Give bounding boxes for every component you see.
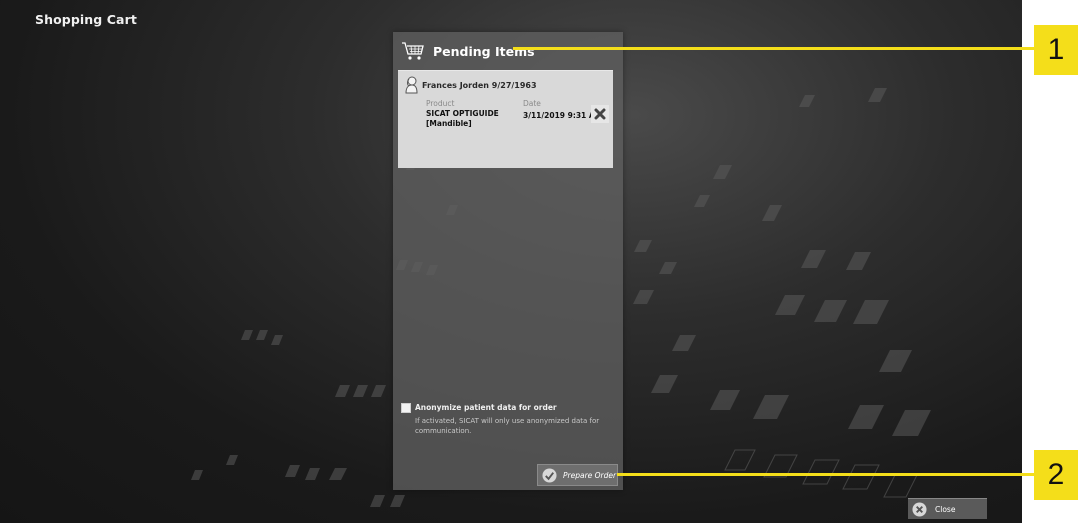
remove-item-button[interactable] [591, 105, 609, 123]
callout-1-badge: 1 [1034, 25, 1078, 75]
callout-2-line [617, 473, 1035, 476]
panel-title: Pending Items [433, 43, 535, 59]
anonymize-checkbox[interactable] [401, 403, 411, 413]
callout-1-line [513, 47, 1035, 50]
pending-item-card: Frances Jorden 9/27/1963 Product SICAT O… [398, 70, 613, 168]
close-button[interactable]: Close [908, 498, 987, 519]
date-label: Date [523, 99, 541, 108]
anonymize-label: Anonymize patient data for order [415, 403, 557, 412]
close-x-icon [594, 108, 606, 120]
shopping-cart-window: Shopping Cart Pending Items Frances Jord… [0, 0, 1022, 523]
callout-2-badge: 2 [1034, 450, 1078, 500]
product-name: SICAT OPTIGUIDE [426, 109, 499, 118]
window-title: Shopping Cart [35, 12, 137, 27]
close-label: Close [935, 504, 956, 514]
close-circle-icon [912, 501, 927, 517]
product-label: Product [426, 99, 455, 108]
product-variant: [Mandible] [426, 119, 472, 128]
panel-header: Pending Items [401, 40, 535, 62]
pending-items-panel: Pending Items Frances Jorden 9/27/1963 P… [393, 32, 623, 490]
prepare-order-button[interactable]: Prepare Order [537, 464, 618, 486]
anonymize-description: If activated, SICAT will only use anonym… [415, 417, 600, 435]
checkmark-icon [542, 467, 557, 483]
patient-name: Frances Jorden 9/27/1963 [422, 81, 537, 90]
shopping-cart-icon [402, 42, 424, 60]
patient-icon [405, 76, 418, 94]
prepare-order-label: Prepare Order [563, 470, 617, 480]
